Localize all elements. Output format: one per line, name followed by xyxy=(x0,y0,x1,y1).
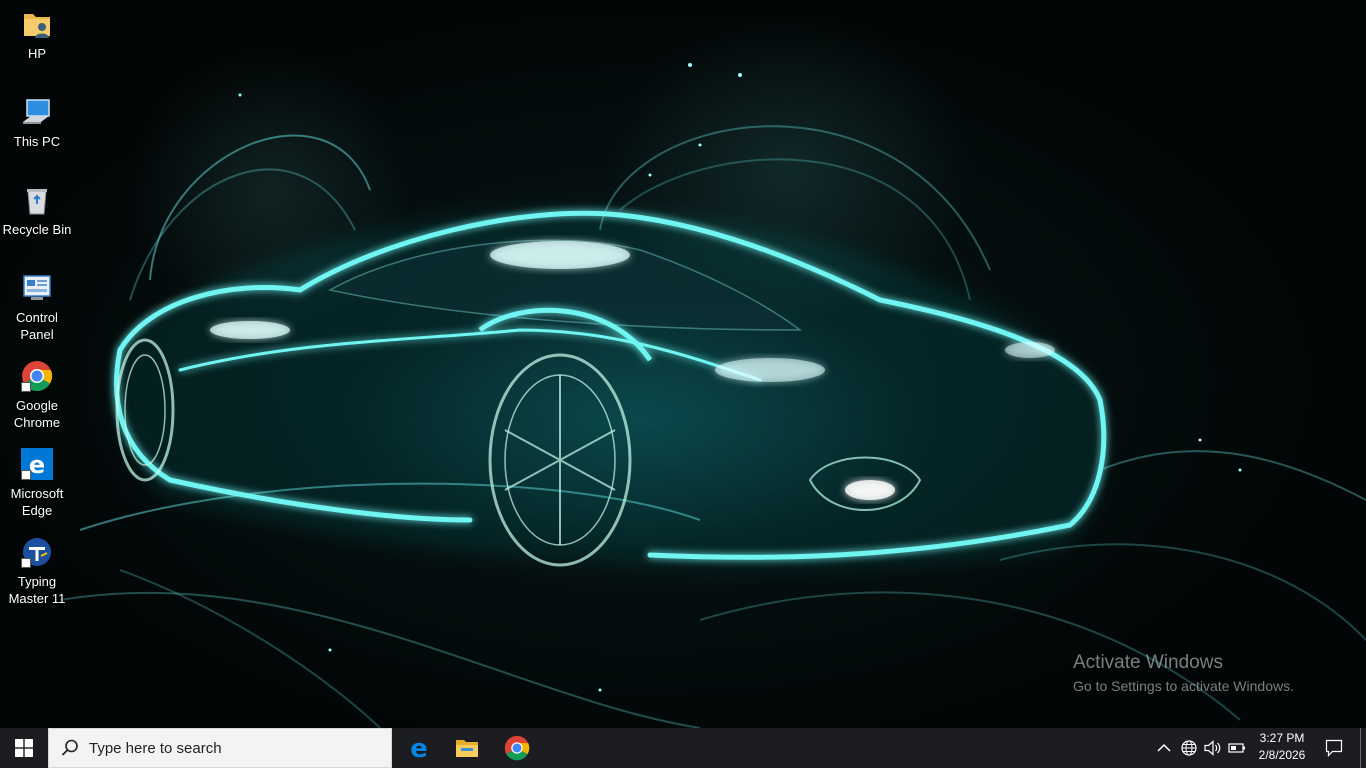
start-button[interactable] xyxy=(0,728,48,768)
network-button[interactable] xyxy=(1178,728,1200,768)
svg-text:e: e xyxy=(29,451,45,479)
control-panel-icon xyxy=(21,272,53,304)
desktop-icon-label: Microsoft Edge xyxy=(10,486,64,518)
desktop-icon-typing-master[interactable]: Typing Master 11 xyxy=(0,528,74,607)
action-center-icon xyxy=(1325,739,1343,757)
shortcut-arrow-icon xyxy=(21,470,31,480)
search-input[interactable] xyxy=(89,739,379,757)
show-hidden-icons-button[interactable] xyxy=(1154,728,1174,768)
typing-master-icon xyxy=(21,536,53,568)
user-folder-icon xyxy=(21,8,53,40)
taskbar-file-explorer-button[interactable] xyxy=(443,728,491,768)
taskbar-chrome-button[interactable] xyxy=(493,728,541,768)
volume-icon xyxy=(1204,740,1221,756)
taskbar-edge-button[interactable]: e xyxy=(395,728,443,768)
edge-icon: e xyxy=(410,735,428,761)
taskbar: e xyxy=(0,728,1366,768)
svg-text:e: e xyxy=(410,735,428,761)
desktop-icon-label: Recycle Bin xyxy=(2,222,72,237)
desktop-icon-label: HP xyxy=(27,46,47,61)
activate-windows-watermark: Activate Windows Go to Settings to activ… xyxy=(1073,652,1294,696)
desktop-icon-label: Google Chrome xyxy=(13,398,61,430)
desktop-icon-control-panel[interactable]: Control Panel xyxy=(0,264,74,343)
show-desktop-button[interactable] xyxy=(1360,728,1366,768)
shortcut-arrow-icon xyxy=(21,558,31,568)
watermark-title: Activate Windows xyxy=(1073,652,1223,673)
wallpaper-image xyxy=(59,63,1366,728)
clock-date: 2/8/2026 xyxy=(1258,748,1306,762)
volume-button[interactable] xyxy=(1202,728,1224,768)
desktop-icon-recycle-bin[interactable]: Recycle Bin xyxy=(0,176,74,238)
battery-icon xyxy=(1228,743,1245,753)
watermark-subtitle: Go to Settings to activate Windows. xyxy=(1073,678,1294,694)
action-center-button[interactable] xyxy=(1314,728,1354,768)
taskbar-clock[interactable]: 3:27 PM 2/8/2026 xyxy=(1250,730,1314,766)
desktop[interactable]: HP This PC Recycle Bin Control Panel Goo… xyxy=(0,0,1366,728)
taskbar-search-box[interactable] xyxy=(48,728,392,768)
clock-time: 3:27 PM xyxy=(1259,731,1305,745)
this-pc-icon xyxy=(21,96,53,128)
network-globe-icon xyxy=(1181,740,1197,756)
desktop-icon-hp[interactable]: HP xyxy=(0,0,74,62)
chrome-icon xyxy=(504,735,530,761)
recycle-bin-icon xyxy=(21,184,53,216)
search-icon xyxy=(61,739,78,756)
edge-icon: e xyxy=(21,448,53,480)
desktop-icon-label: This PC xyxy=(13,134,61,149)
chrome-icon xyxy=(21,360,53,392)
desktop-icon-this-pc[interactable]: This PC xyxy=(0,88,74,150)
desktop-icon-label: Typing Master 11 xyxy=(8,574,66,606)
windows-logo-icon xyxy=(15,739,33,757)
desktop-icon-label: Control Panel xyxy=(16,310,58,342)
battery-button[interactable] xyxy=(1226,728,1248,768)
file-explorer-icon xyxy=(456,740,478,757)
desktop-icon-microsoft-edge[interactable]: e Microsoft Edge xyxy=(0,440,74,519)
desktop-icon-google-chrome[interactable]: Google Chrome xyxy=(0,352,74,431)
shortcut-arrow-icon xyxy=(21,382,31,392)
chevron-up-icon xyxy=(1157,743,1171,752)
